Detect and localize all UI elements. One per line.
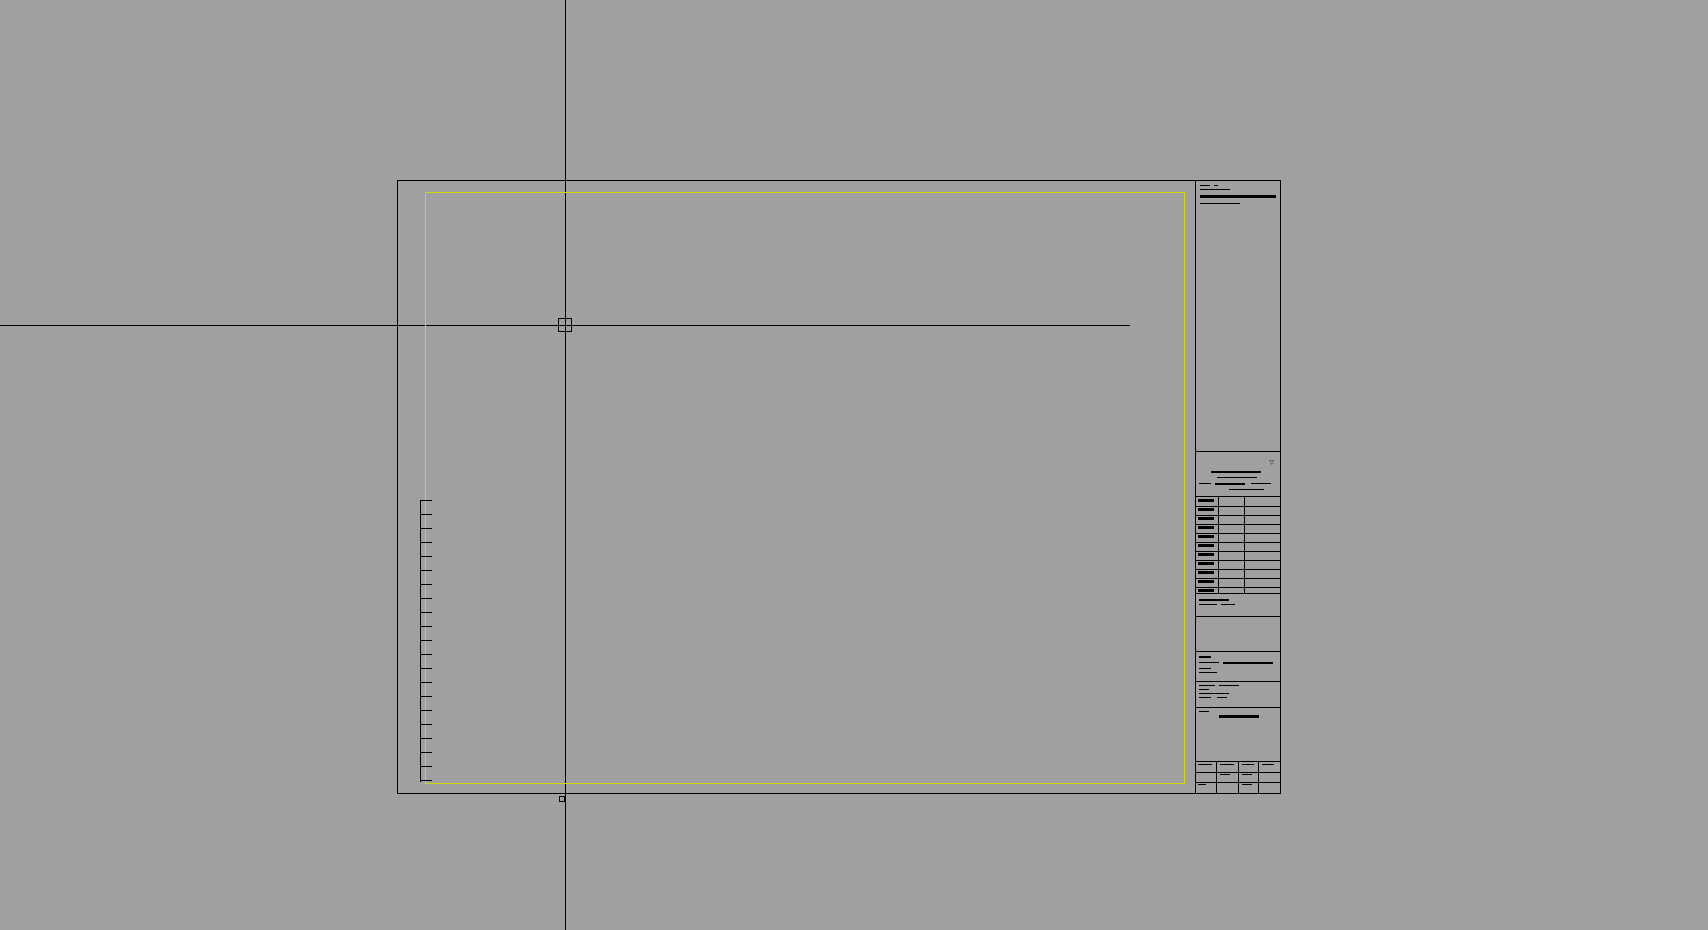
title-block-divider-4 (1196, 681, 1280, 682)
origin-marker-icon (559, 796, 565, 802)
title-block: ▽ (1195, 181, 1280, 793)
title-block-divider-5 (1196, 707, 1280, 708)
revision-table (1196, 496, 1280, 594)
title-block-divider-3 (1196, 651, 1280, 652)
north-arrow-icon: ▽ (1269, 459, 1274, 466)
drawing-canvas[interactable]: ▽ (0, 0, 1708, 930)
title-block-divider-1 (1196, 451, 1280, 452)
title-block-divider-2 (1196, 616, 1280, 617)
viewport-frame[interactable] (425, 192, 1185, 784)
scale-ruler (420, 500, 434, 782)
title-block-bottom-grid (1196, 761, 1280, 793)
